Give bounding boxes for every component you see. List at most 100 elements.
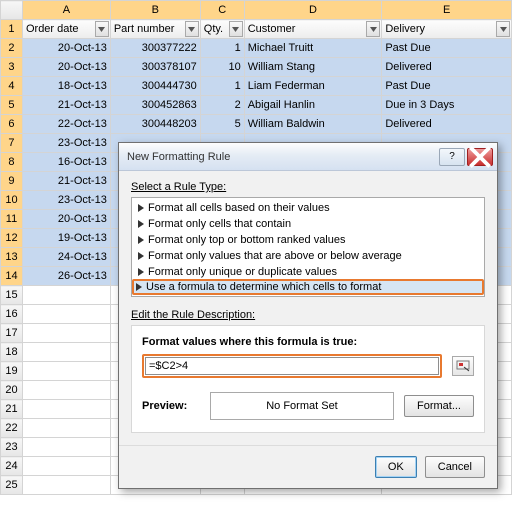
rule-type-item-selected[interactable]: Use a formula to determine which cells t…: [132, 279, 484, 295]
row-header[interactable]: 5: [1, 96, 23, 115]
cell[interactable]: 20-Oct-13: [22, 210, 110, 229]
row-header[interactable]: 21: [1, 400, 23, 419]
filter-dropdown-button[interactable]: [185, 21, 199, 37]
cell[interactable]: 23-Oct-13: [22, 134, 110, 153]
cell[interactable]: 300377222: [110, 39, 200, 58]
row-header[interactable]: 6: [1, 115, 23, 134]
cell[interactable]: 10: [200, 58, 244, 77]
row-header[interactable]: 19: [1, 362, 23, 381]
cell[interactable]: 21-Oct-13: [22, 96, 110, 115]
col-header-c[interactable]: C: [200, 1, 244, 20]
cell[interactable]: 20-Oct-13: [22, 39, 110, 58]
row-header[interactable]: 13: [1, 248, 23, 267]
cell[interactable]: 18-Oct-13: [22, 77, 110, 96]
row-header[interactable]: 15: [1, 286, 23, 305]
cell[interactable]: 26-Oct-13: [22, 267, 110, 286]
filter-dropdown-button[interactable]: [229, 21, 243, 37]
row-header[interactable]: 16: [1, 305, 23, 324]
cell[interactable]: 20-Oct-13: [22, 58, 110, 77]
row-header[interactable]: 10: [1, 191, 23, 210]
cell[interactable]: William Stang: [244, 58, 382, 77]
cell[interactable]: 19-Oct-13: [22, 229, 110, 248]
cell[interactable]: 300448203: [110, 115, 200, 134]
cell[interactable]: Past Due: [382, 77, 512, 96]
table-header-cell[interactable]: Part number: [110, 20, 200, 39]
rule-type-item[interactable]: Format all cells based on their values: [132, 200, 484, 216]
row-header[interactable]: 14: [1, 267, 23, 286]
col-header-a[interactable]: A: [22, 1, 110, 20]
row-header[interactable]: 3: [1, 58, 23, 77]
ok-button[interactable]: OK: [375, 456, 417, 478]
select-all-corner[interactable]: [1, 1, 23, 20]
row-header[interactable]: 2: [1, 39, 23, 58]
cell[interactable]: 300444730: [110, 77, 200, 96]
row-header[interactable]: 9: [1, 172, 23, 191]
cell[interactable]: 21-Oct-13: [22, 172, 110, 191]
cell[interactable]: Due in 3 Days: [382, 96, 512, 115]
row-header[interactable]: 25: [1, 476, 23, 495]
dialog-titlebar[interactable]: New Formatting Rule ?: [119, 143, 497, 171]
cell[interactable]: 5: [200, 115, 244, 134]
cell[interactable]: [22, 438, 110, 457]
cell[interactable]: [22, 457, 110, 476]
row-header[interactable]: 23: [1, 438, 23, 457]
row-header[interactable]: 1: [1, 20, 23, 39]
rule-type-item[interactable]: Format only unique or duplicate values: [132, 264, 484, 280]
cell[interactable]: 22-Oct-13: [22, 115, 110, 134]
row-header[interactable]: 12: [1, 229, 23, 248]
row-header[interactable]: 17: [1, 324, 23, 343]
row-header[interactable]: 4: [1, 77, 23, 96]
format-button[interactable]: Format...: [404, 395, 474, 417]
cell[interactable]: 300452863: [110, 96, 200, 115]
cell[interactable]: William Baldwin: [244, 115, 382, 134]
formula-input[interactable]: [145, 357, 439, 375]
cell[interactable]: Liam Federman: [244, 77, 382, 96]
rule-type-item[interactable]: Format only top or bottom ranked values: [132, 232, 484, 248]
table-header-cell[interactable]: Order date: [22, 20, 110, 39]
col-header-b[interactable]: B: [110, 1, 200, 20]
cell[interactable]: Delivered: [382, 58, 512, 77]
cell[interactable]: 300378107: [110, 58, 200, 77]
filter-dropdown-button[interactable]: [496, 21, 510, 37]
cell[interactable]: [22, 476, 110, 495]
cell[interactable]: 24-Oct-13: [22, 248, 110, 267]
rule-type-list[interactable]: Format all cells based on their values F…: [131, 197, 485, 297]
cell[interactable]: 1: [200, 39, 244, 58]
cell[interactable]: 2: [200, 96, 244, 115]
cell[interactable]: Delivered: [382, 115, 512, 134]
row-header[interactable]: 8: [1, 153, 23, 172]
cell[interactable]: [22, 286, 110, 305]
cell[interactable]: [22, 381, 110, 400]
row-header[interactable]: 18: [1, 343, 23, 362]
rule-type-item[interactable]: Format only cells that contain: [132, 216, 484, 232]
cell[interactable]: 16-Oct-13: [22, 153, 110, 172]
cell[interactable]: [22, 343, 110, 362]
col-header-d[interactable]: D: [244, 1, 382, 20]
cancel-button[interactable]: Cancel: [425, 456, 485, 478]
cell[interactable]: [22, 362, 110, 381]
close-button[interactable]: [467, 148, 493, 166]
cell[interactable]: Michael Truitt: [244, 39, 382, 58]
table-header-cell[interactable]: Qty.: [200, 20, 244, 39]
row-header[interactable]: 7: [1, 134, 23, 153]
row-header[interactable]: 22: [1, 419, 23, 438]
row-header[interactable]: 24: [1, 457, 23, 476]
table-header-cell[interactable]: Customer: [244, 20, 382, 39]
table-header-cell[interactable]: Delivery: [382, 20, 512, 39]
range-selector-button[interactable]: [452, 356, 474, 376]
cell[interactable]: [22, 324, 110, 343]
cell[interactable]: Past Due: [382, 39, 512, 58]
rule-type-item[interactable]: Format only values that are above or bel…: [132, 248, 484, 264]
row-header[interactable]: 11: [1, 210, 23, 229]
cell[interactable]: 23-Oct-13: [22, 191, 110, 210]
filter-dropdown-button[interactable]: [366, 21, 380, 37]
cell[interactable]: [22, 305, 110, 324]
help-button[interactable]: ?: [439, 148, 465, 166]
cell[interactable]: Abigail Hanlin: [244, 96, 382, 115]
cell[interactable]: 1: [200, 77, 244, 96]
cell[interactable]: [22, 419, 110, 438]
filter-dropdown-button[interactable]: [95, 21, 109, 37]
row-header[interactable]: 20: [1, 381, 23, 400]
col-header-e[interactable]: E: [382, 1, 512, 20]
cell[interactable]: [22, 400, 110, 419]
